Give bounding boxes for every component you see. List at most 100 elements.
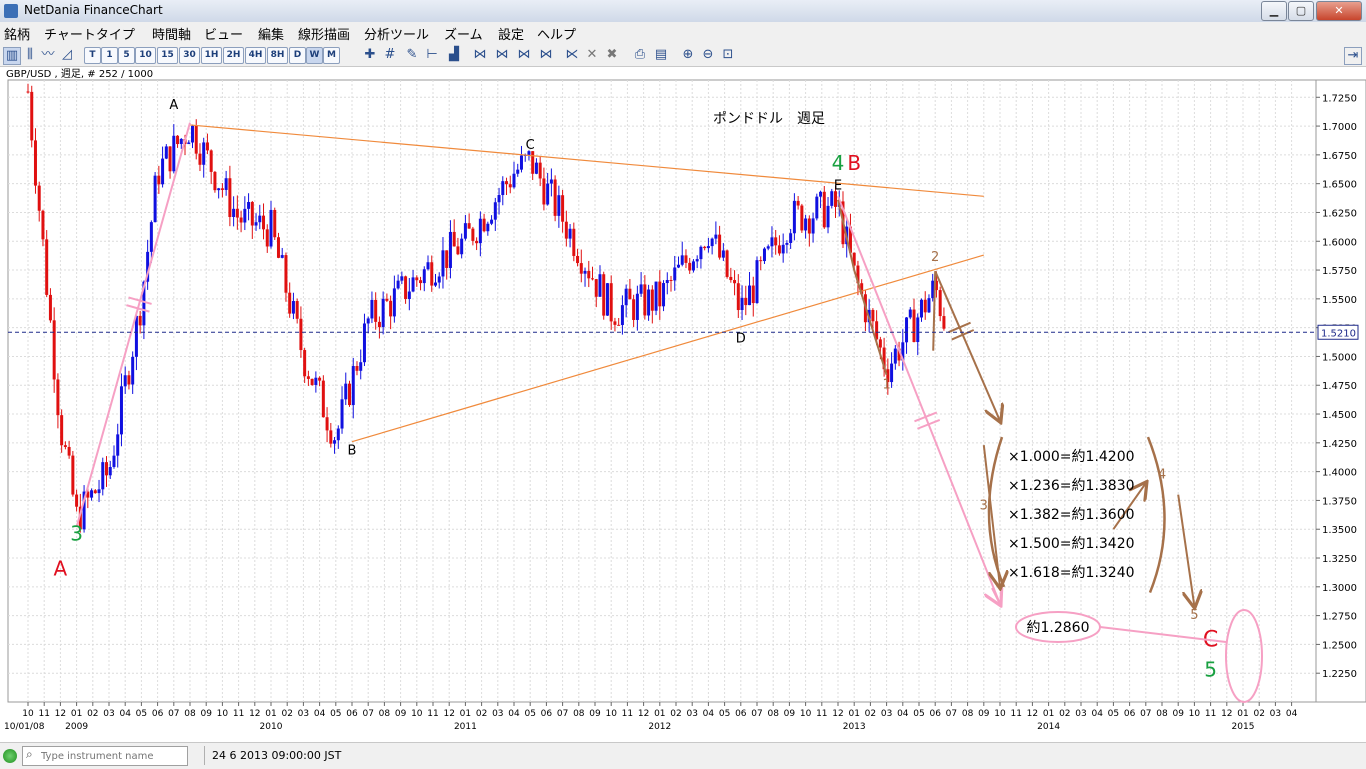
candle-body — [669, 280, 673, 282]
timeframe-button-8h[interactable]: 8H — [267, 47, 288, 64]
indicator2-icon[interactable]: ⋈ — [494, 47, 510, 63]
menu-zoom[interactable]: ズーム — [444, 24, 483, 43]
y-tick-label: 1.3000 — [1322, 583, 1357, 594]
volume-icon[interactable]: ▟ — [446, 47, 462, 63]
x-month-label: 10 — [22, 709, 34, 719]
candle-chart-icon[interactable]: ▥ — [3, 47, 21, 65]
status-bar: ⌕ 24 6 2013 09:00:00 JST — [0, 742, 1366, 769]
candle-body — [400, 276, 404, 281]
timeframe-button-5[interactable]: 5 — [118, 47, 135, 64]
candle-body — [811, 218, 815, 234]
chart-area[interactable]: 1.2250 1.2500 1.2750 1.3000 1.3250 1.3500 1.37… — [0, 66, 1366, 742]
y-tick-label: 1.2500 — [1322, 640, 1357, 651]
x-month-label: 11 — [1205, 709, 1216, 719]
menu-help[interactable]: ヘルプ — [537, 24, 576, 43]
instrument-search[interactable]: ⌕ — [22, 746, 188, 766]
candle-body — [710, 238, 714, 247]
candle-body — [205, 142, 209, 151]
line-chart-icon[interactable]: 〰 — [40, 47, 56, 63]
menu-settings[interactable]: 設定 — [498, 24, 524, 43]
candle-body — [714, 234, 718, 239]
timeframe-button-1h[interactable]: 1H — [201, 47, 222, 64]
candle-body — [908, 309, 912, 318]
instrument-search-input[interactable] — [39, 748, 187, 764]
zoom-out-icon[interactable]: ⊖ — [700, 47, 716, 63]
grid-icon[interactable]: # — [382, 47, 398, 63]
x-month-label: 08 — [767, 709, 779, 719]
candle-body — [568, 228, 572, 239]
timeframe-button-t[interactable]: T — [84, 47, 101, 64]
x-month-label: 01 — [654, 709, 665, 719]
x-month-label: 05 — [913, 709, 924, 719]
x-month-label: 01 — [71, 709, 82, 719]
y-tick-label: 1.6750 — [1322, 151, 1357, 162]
candle-body — [531, 151, 535, 174]
zoom-in-icon[interactable]: ⊕ — [680, 47, 696, 63]
timeframe-button-15[interactable]: 15 — [157, 47, 178, 64]
wave-annotation: 4 — [1158, 468, 1166, 483]
candle-body — [157, 175, 161, 185]
delete-icon[interactable]: ✕ — [584, 47, 600, 63]
timeframe-button-30[interactable]: 30 — [179, 47, 200, 64]
candle-body — [542, 178, 546, 205]
candle-body — [134, 315, 138, 357]
timeframe-button-4h[interactable]: 4H — [245, 47, 266, 64]
menu-symbol[interactable]: 銘柄 — [4, 24, 30, 43]
x-month-label: 05 — [524, 709, 535, 719]
candle-body — [699, 246, 703, 260]
minimize-button[interactable]: ▁ — [1261, 1, 1287, 21]
x-month-label: 07 — [557, 709, 568, 719]
crosshair-icon[interactable]: ✚ — [362, 47, 378, 63]
indicator3-icon[interactable]: ⋈ — [516, 47, 532, 63]
candle-body — [41, 210, 45, 240]
menu-analysis-tools[interactable]: 分析ツール — [364, 24, 429, 43]
candle-body — [258, 215, 262, 223]
x-month-label: 08 — [1156, 709, 1168, 719]
current-price-label: 1.5210 — [1321, 328, 1356, 339]
candle-body — [508, 184, 512, 188]
maximize-button[interactable]: ▢ — [1288, 1, 1314, 21]
candle-body — [878, 339, 882, 348]
timeframe-button-2h[interactable]: 2H — [223, 47, 244, 64]
y-tick-label: 1.4750 — [1322, 381, 1357, 392]
candle-body — [733, 280, 737, 284]
candle-body — [239, 217, 243, 223]
panel-toggle-icon[interactable]: ⇥ — [1344, 47, 1362, 65]
candle-body — [688, 262, 692, 271]
timeframe-button-10[interactable]: 10 — [135, 47, 156, 64]
zoom-fit-icon[interactable]: ⊡ — [720, 47, 736, 63]
candle-body — [938, 290, 942, 317]
print-icon[interactable]: ⎙ — [632, 47, 648, 63]
candle-body — [318, 377, 322, 381]
x-month-label: 02 — [865, 709, 876, 719]
area-chart-icon[interactable]: ◿ — [59, 47, 75, 63]
indicator1-icon[interactable]: ⋈ — [472, 47, 488, 63]
x-month-label: 03 — [1270, 709, 1281, 719]
candle-body — [789, 233, 793, 243]
timeframe-button-d[interactable]: D — [289, 47, 306, 64]
menu-line-drawing[interactable]: 線形描画 — [298, 24, 350, 43]
status-datetime: 24 6 2013 09:00:00 JST — [212, 749, 342, 762]
timeframe-button-1[interactable]: 1 — [101, 47, 118, 64]
remove-indicator-icon[interactable]: ⋉ — [564, 47, 580, 63]
x-month-label: 04 — [703, 709, 715, 719]
timeframe-button-m[interactable]: M — [323, 47, 340, 64]
candle-body — [912, 309, 916, 343]
delete-all-icon[interactable]: ✖ — [604, 47, 620, 63]
timeframe-button-w[interactable]: W — [306, 47, 323, 64]
menu-timeframe[interactable]: 時間軸 — [152, 24, 191, 43]
menu-edit[interactable]: 編集 — [258, 24, 284, 43]
candle-body — [419, 280, 423, 284]
x-month-label: 09 — [589, 709, 601, 719]
close-button[interactable]: ✕ — [1316, 1, 1362, 21]
pen-icon[interactable]: ✎ — [404, 47, 420, 63]
print-preview-icon[interactable]: ▤ — [653, 47, 669, 63]
bar-chart-icon[interactable]: ⫼ — [22, 47, 38, 63]
candle-body — [916, 317, 920, 343]
menu-view[interactable]: ビュー — [204, 24, 243, 43]
indicator4-icon[interactable]: ⋈ — [538, 47, 554, 63]
ruler-icon[interactable]: ⊢ — [424, 47, 440, 63]
price-chart[interactable]: 1.2250 1.2500 1.2750 1.3000 1.3250 1.3500 1.37… — [0, 66, 1366, 742]
menu-chart-type[interactable]: チャートタイプ — [44, 24, 135, 43]
candle-body — [355, 366, 359, 371]
